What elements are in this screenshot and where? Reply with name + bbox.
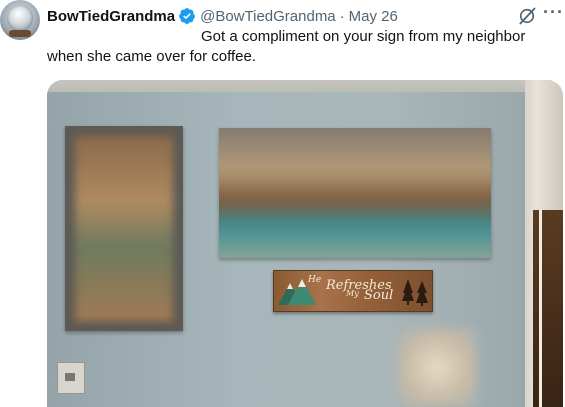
ceiling xyxy=(47,80,563,92)
more-options-icon[interactable]: ··· xyxy=(543,3,563,25)
sign-word-4: Soul xyxy=(364,288,394,303)
sign-word-1: He xyxy=(308,275,322,285)
blurred-painting-large xyxy=(219,128,491,258)
wooden-sign: He Refreshes My Soul xyxy=(273,270,433,312)
snow-globe-base xyxy=(9,30,31,37)
tweet-header: BowTiedGrandma @BowTiedGrandma · May 26 xyxy=(47,6,398,26)
verified-badge-icon[interactable] xyxy=(178,7,196,25)
tweet-text: Got a compliment on your sign from my ne… xyxy=(47,28,526,65)
stair-railing xyxy=(533,210,563,407)
light-switch xyxy=(57,362,85,394)
display-name[interactable]: BowTiedGrandma xyxy=(47,8,175,25)
avatar[interactable] xyxy=(0,0,40,40)
blurred-painting-left xyxy=(65,126,183,331)
blurred-light-fixture xyxy=(397,328,477,407)
snow-globe-image xyxy=(7,5,33,31)
sign-word-3: My xyxy=(346,289,359,298)
tweet-date[interactable]: May 26 xyxy=(349,8,398,25)
separator: · xyxy=(339,7,345,25)
grok-icon[interactable] xyxy=(517,6,537,26)
tweet-photo[interactable]: He Refreshes My Soul xyxy=(47,80,563,407)
pine-trees-icon xyxy=(402,279,428,306)
user-handle[interactable]: @BowTiedGrandma xyxy=(200,8,336,25)
